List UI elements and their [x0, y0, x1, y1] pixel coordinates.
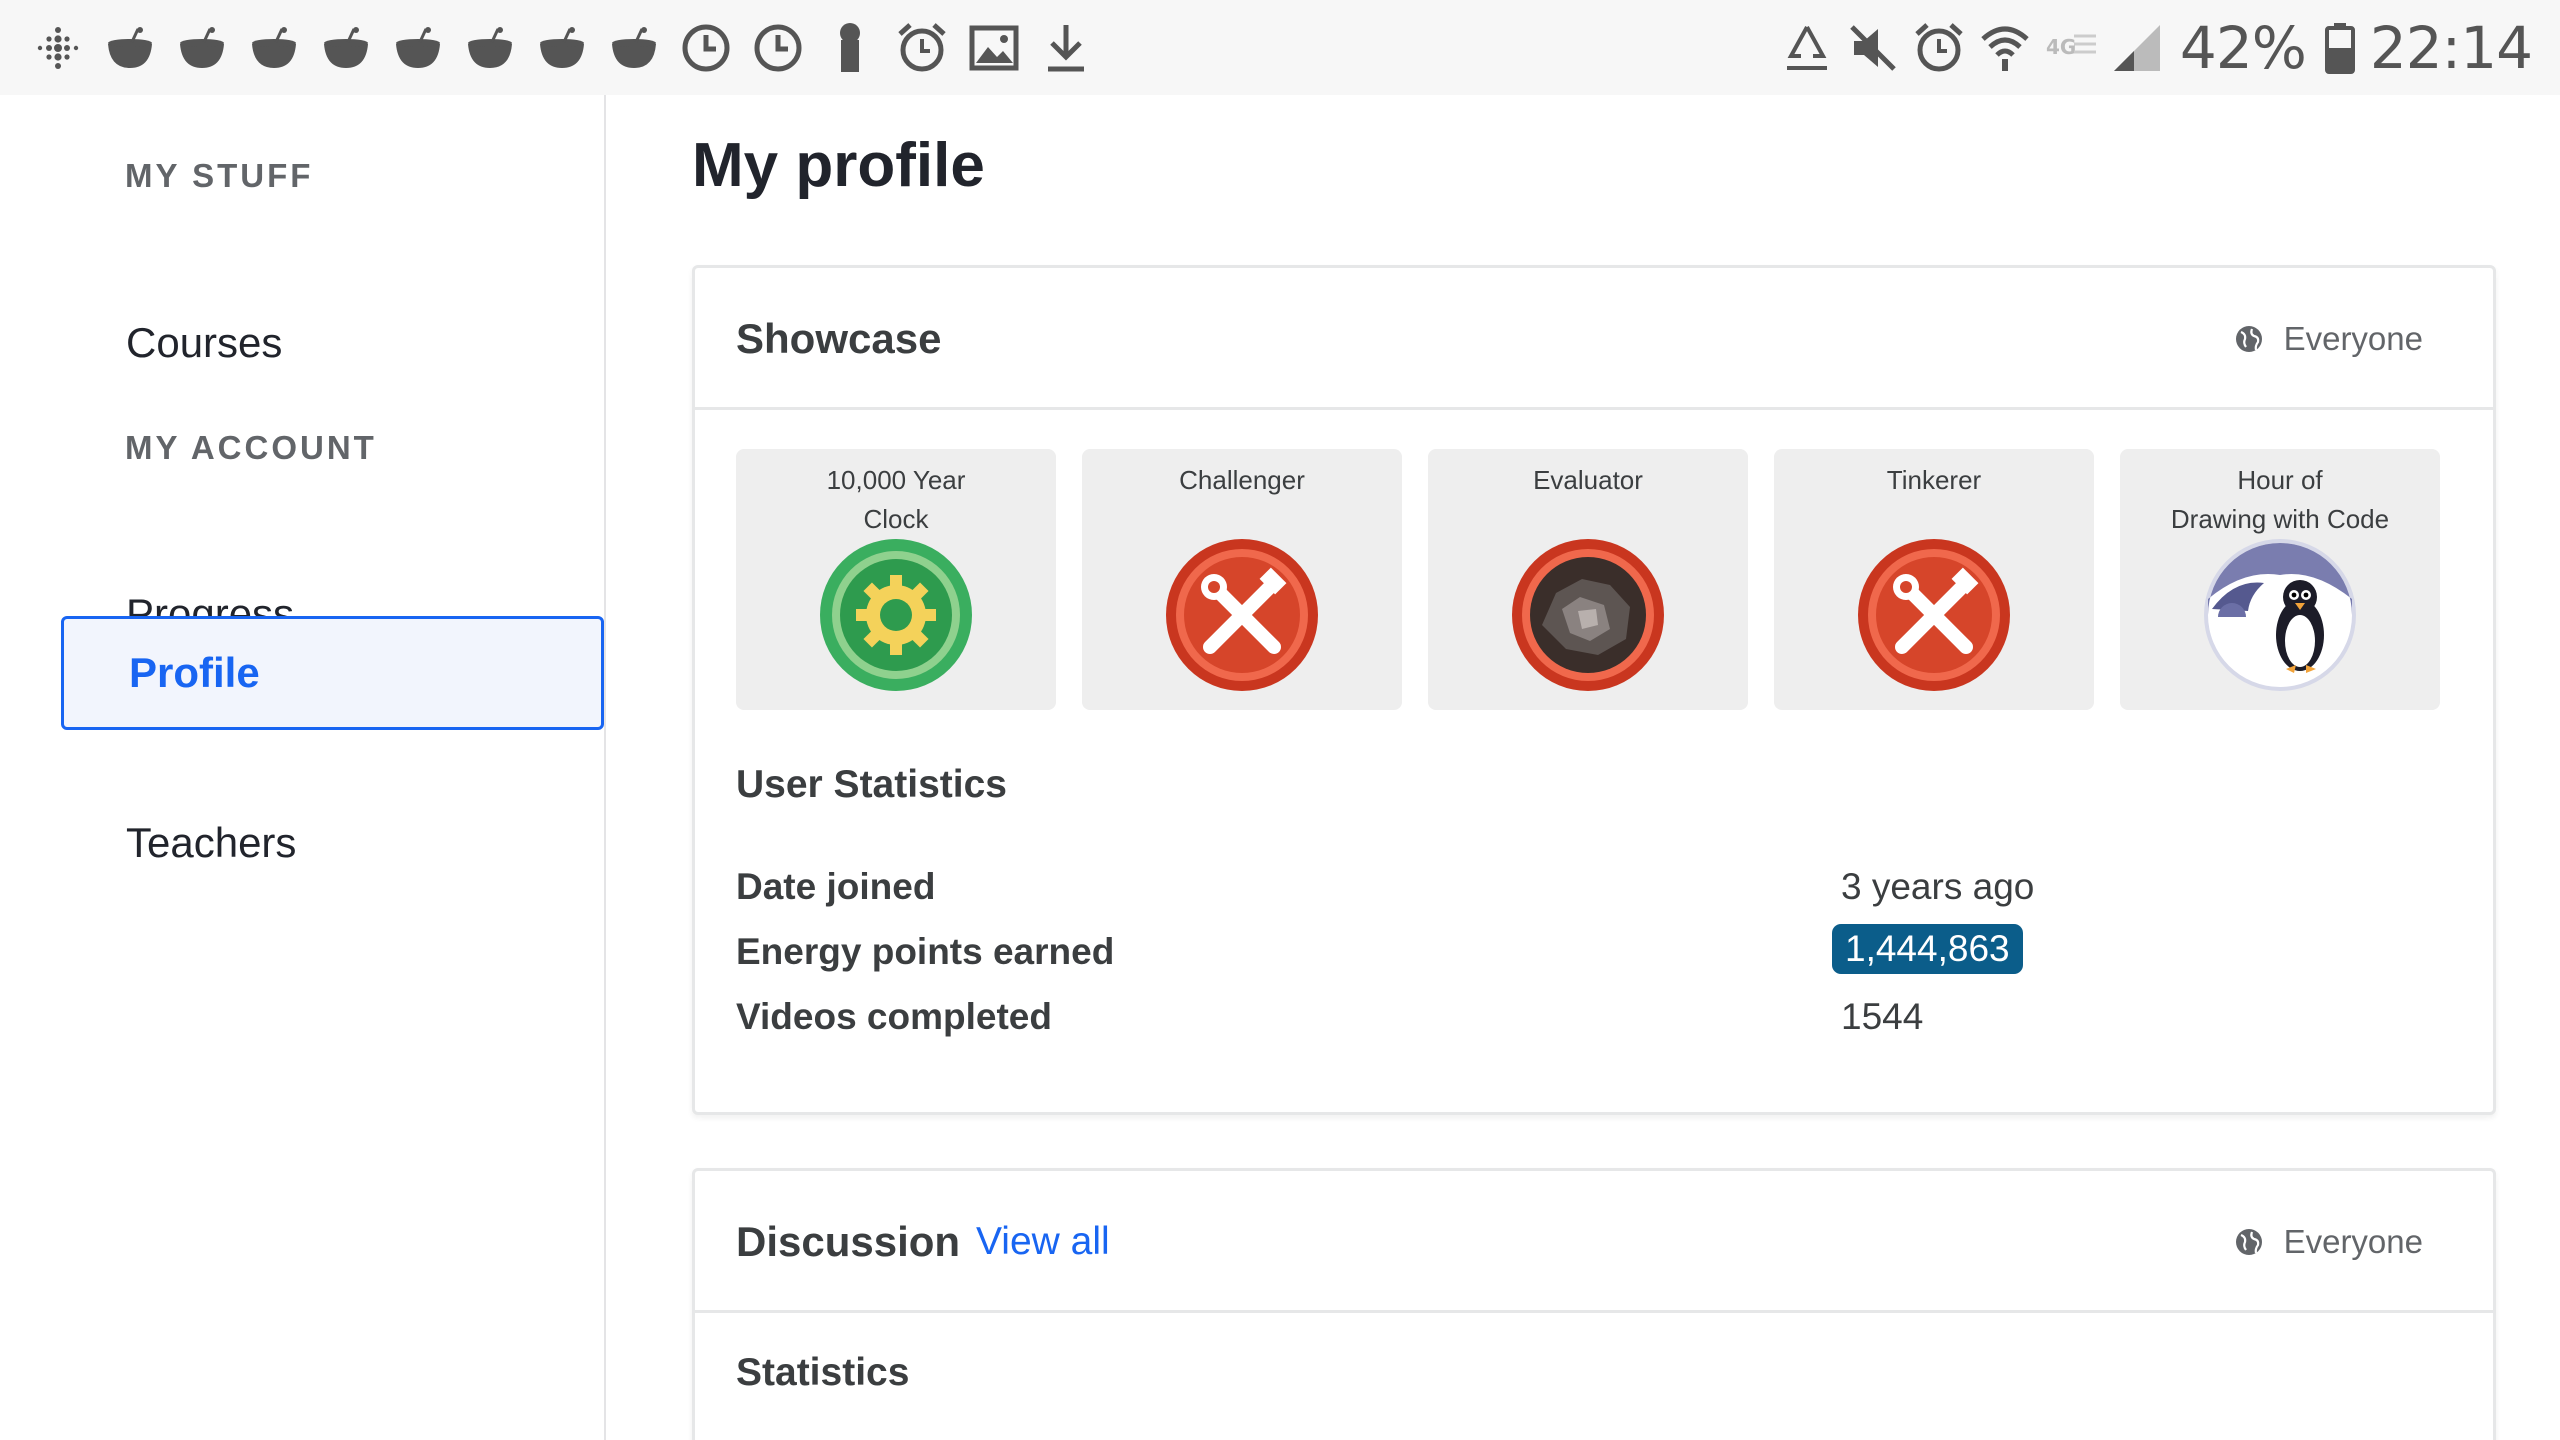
- badge-name-line: Hour of: [2237, 465, 2323, 495]
- user-statistics-title: User Statistics: [736, 763, 1007, 806]
- badge-name: Hour of Drawing with Code: [2130, 461, 2430, 539]
- stat-value: 1544: [1841, 996, 1924, 1037]
- gear-badge-icon: [820, 539, 972, 691]
- stat-label: Date joined: [736, 866, 936, 907]
- recycle-icon: [1774, 14, 1840, 82]
- discussion-header: Discussion View all Everyone: [695, 1171, 2493, 1313]
- badge-name: Challenger: [1092, 461, 1392, 500]
- badge-name-line: Clock: [863, 504, 929, 534]
- clock-time: 22:14: [2369, 14, 2533, 82]
- status-bar-system: 4G 42% 22:14: [1774, 14, 2533, 82]
- notification-icon: [238, 14, 310, 82]
- fitbit-icon: [22, 14, 94, 82]
- globe-icon: [2235, 1229, 2262, 1255]
- globe-icon: [2235, 326, 2262, 352]
- badge-name: Evaluator: [1438, 461, 1738, 500]
- notification-icon: [526, 14, 598, 82]
- stat-row-videos-completed: Videos completed 1544: [736, 996, 2436, 1056]
- notification-icon: [94, 14, 166, 82]
- tools-badge-icon: [1858, 539, 2010, 691]
- sidebar-item-profile[interactable]: Profile: [61, 616, 604, 730]
- showcase-header: Showcase Everyone: [695, 268, 2493, 410]
- stat-value: 3 years ago: [1841, 866, 2035, 907]
- clock-icon: [670, 14, 742, 82]
- sidebar-section-my-account: MY ACCOUNT: [125, 429, 377, 466]
- download-icon: [1030, 14, 1102, 82]
- discussion-visibility-label: Everyone: [2283, 1223, 2423, 1260]
- badge-name: 10,000 Year Clock: [746, 461, 1046, 539]
- view-all-link[interactable]: View all: [976, 1171, 1110, 1313]
- stat-label: Energy points earned: [736, 931, 1115, 972]
- discussion-visibility-selector[interactable]: Everyone: [2234, 1171, 2423, 1313]
- clock-icon: [742, 14, 814, 82]
- status-bar-notifications: [22, 14, 1102, 82]
- badge-list: 10,000 Year Clock Challenger Evaluator T…: [736, 449, 2440, 710]
- showcase-card: Showcase Everyone 10,000 Year Clock Chal…: [692, 265, 2496, 1115]
- stat-row-date-joined: Date joined 3 years ago: [736, 866, 2436, 926]
- badge-name-line: Evaluator: [1533, 465, 1643, 495]
- discussion-statistics-heading: Statistics: [736, 1351, 910, 1394]
- sidebar-item-teachers[interactable]: Teachers: [61, 786, 604, 900]
- badge-card[interactable]: 10,000 Year Clock: [736, 449, 1056, 710]
- stat-row-energy-points: Energy points earned 1,444,863: [736, 924, 2436, 991]
- tools-badge-icon: [1166, 539, 1318, 691]
- battery-icon: [2320, 14, 2360, 82]
- page-title: My profile: [692, 131, 985, 200]
- discussion-title: Discussion: [736, 1218, 961, 1265]
- discussion-card: Discussion View all Everyone Statistics: [692, 1168, 2496, 1440]
- key-icon: [814, 14, 886, 82]
- badge-card[interactable]: Hour of Drawing with Code: [2120, 449, 2440, 710]
- alarm-icon: [886, 14, 958, 82]
- wifi-icon: [1972, 14, 2038, 82]
- showcase-visibility-selector[interactable]: Everyone: [2234, 268, 2423, 410]
- energy-points-value: 1,444,863: [1832, 924, 2023, 974]
- volte-icon: 4G: [2038, 14, 2104, 82]
- alarm-icon: [1906, 14, 1972, 82]
- image-icon: [958, 14, 1030, 82]
- sidebar-section-my-stuff: MY STUFF: [125, 157, 314, 194]
- badge-card[interactable]: Evaluator: [1428, 449, 1748, 710]
- penguin-badge-icon: [2204, 539, 2356, 691]
- badge-name-line: 10,000 Year: [826, 465, 966, 495]
- status-bar: 4G 42% 22:14: [0, 0, 2560, 95]
- mute-icon: [1840, 14, 1906, 82]
- notification-icon: [382, 14, 454, 82]
- battery-percentage: 42%: [2179, 14, 2307, 82]
- sidebar-item-courses[interactable]: Courses: [61, 286, 604, 400]
- rock-badge-icon: [1512, 539, 1664, 691]
- showcase-visibility-label: Everyone: [2283, 320, 2423, 357]
- stat-label: Videos completed: [736, 996, 1052, 1037]
- signal-icon: [2104, 14, 2170, 82]
- badge-card[interactable]: Challenger: [1082, 449, 1402, 710]
- sidebar: MY STUFF Courses MY ACCOUNT Progress Pro…: [0, 95, 606, 1440]
- notification-icon: [166, 14, 238, 82]
- badge-card[interactable]: Tinkerer: [1774, 449, 2094, 710]
- badge-name: Tinkerer: [1784, 461, 2084, 500]
- svg-text:4G: 4G: [2046, 35, 2076, 59]
- notification-icon: [310, 14, 382, 82]
- notification-icon: [598, 14, 670, 82]
- notification-icon: [454, 14, 526, 82]
- badge-name-line: Challenger: [1179, 465, 1305, 495]
- badge-name-line: Drawing with Code: [2170, 504, 2390, 534]
- badge-name-line: Tinkerer: [1886, 465, 1982, 495]
- showcase-title: Showcase: [736, 315, 942, 362]
